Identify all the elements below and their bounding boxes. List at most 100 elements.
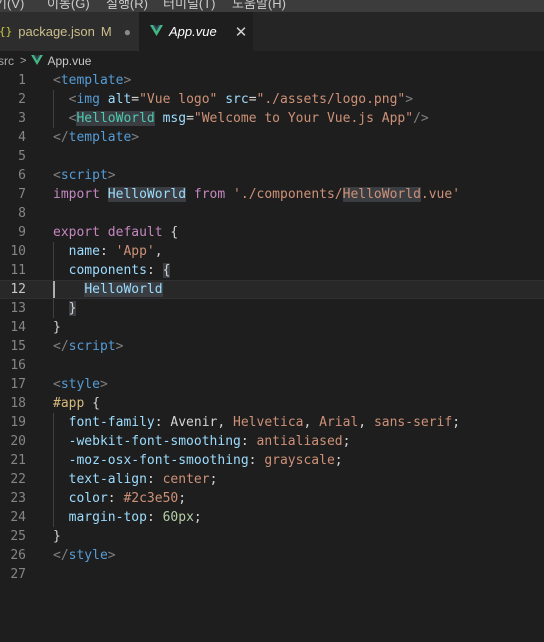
tab-package-json[interactable]: {} package.json M ● [0,12,139,51]
code-text: #app { [53,394,100,413]
code-token: from [193,187,226,202]
code-token: -moz-osx-font-smoothing [68,453,249,468]
code-line[interactable]: 8 [0,204,544,223]
code-token: </ [53,548,69,563]
breadcrumb-file[interactable]: App.vue [47,54,91,68]
code-token: #app [53,396,85,411]
code-line[interactable]: 22 text-align: center; [0,470,544,489]
code-line[interactable]: 25} [0,527,544,546]
code-token: , [154,244,163,259]
code-token: : [240,434,257,449]
code-line[interactable]: 3 <HelloWorld msg="Welcome to Your Vue.j… [0,109,544,128]
menu-item-go[interactable]: 이동(G) [47,0,90,12]
code-token: HelloWorld [342,187,421,202]
code-token: .vue' [420,187,461,202]
code-token: < [53,73,61,88]
code-line[interactable]: 23 color: #2c3e50; [0,489,544,508]
code-line[interactable]: 2 <img alt="Vue logo" src="./assets/logo… [0,90,544,109]
code-editor[interactable]: 1 <template> 2 <img alt="Vue logo" src="./… [0,71,544,642]
code-token: < [53,168,61,183]
line-number: 27 [10,567,26,582]
code-token: : [146,263,163,278]
code-line[interactable]: 20 -webkit-font-smoothing: antialiased; [0,432,544,451]
menu-item-help[interactable]: 도움말(H) [232,0,286,12]
code-token: : [146,510,163,525]
code-token: text-align [68,472,147,487]
code-token: -webkit-font-smoothing [68,434,241,449]
code-line[interactable]: 17 <style> [0,375,544,394]
line-number: 17 [10,377,26,392]
code-token: sans-serif [373,415,453,430]
line-number: 12 [10,282,26,297]
code-line[interactable]: 10 name: 'App', [0,242,544,261]
tab-app-vue[interactable]: App.vue ✕ [139,12,253,51]
code-line[interactable]: 26 </style> [0,546,544,565]
code-token: script [60,168,108,183]
code-line[interactable]: 1 <template> [0,71,544,90]
code-line[interactable]: 19 font-family: Avenir, Helvetica, Arial… [0,413,544,432]
code-token: font-family [68,415,155,430]
line-number: 4 [18,130,26,145]
code-token: Helvetica [233,415,304,430]
code-token: template [60,73,124,88]
code-token: } [68,301,77,316]
breadcrumb: src > App.vue [0,51,544,71]
unsaved-dot-icon: ● [123,24,131,39]
line-number: 10 [10,244,26,259]
code-text: } [53,299,77,318]
line-number: 26 [10,548,26,563]
menu-item-run[interactable]: 실행(R) [106,0,148,12]
code-line[interactable]: 6 <script> [0,166,544,185]
line-number: 9 [18,225,26,240]
code-token: > [99,377,108,392]
code-line[interactable]: 16 [0,356,544,375]
modified-status-badge: M [100,24,112,39]
code-token: : [146,472,163,487]
code-token: components [68,263,147,278]
code-line[interactable]: 18 #app { [0,394,544,413]
code-line[interactable]: 15 </script> [0,337,544,356]
code-line[interactable]: 24 margin-top: 60px; [0,508,544,527]
code-text: HelloWorld [53,281,163,298]
line-number: 21 [10,453,26,468]
code-line[interactable]: 12 HelloWorld [0,280,544,299]
code-token: './components/ [233,187,343,202]
code-token: ; [193,510,202,525]
code-token: , [358,415,374,430]
code-token: : [248,453,265,468]
code-token: src [225,92,249,107]
line-number: 7 [18,187,26,202]
code-token: } [53,320,61,335]
code-token: default [107,225,163,240]
line-number: 22 [10,472,26,487]
code-line[interactable]: 13 } [0,299,544,318]
code-token: : Avenir, [154,415,234,430]
code-line[interactable]: 7 import HelloWorld from './components/He… [0,185,544,204]
code-line[interactable]: 21 -moz-osx-font-smoothing: grayscale; [0,451,544,470]
code-line[interactable]: 9 export default { [0,223,544,242]
code-token: } [53,529,61,544]
code-token: /> [413,111,429,126]
code-line[interactable]: 4 </template> [0,128,544,147]
menu-item-terminal[interactable]: 터미널(T) [163,0,215,12]
close-icon[interactable]: ✕ [235,23,248,41]
code-line[interactable]: 11 components: { [0,261,544,280]
breadcrumb-folder[interactable]: src [0,54,14,68]
code-token: 60px [162,510,194,525]
code-line[interactable]: 5 [0,147,544,166]
code-token: Arial [319,415,359,430]
line-number: 18 [10,396,26,411]
line-number: 19 [10,415,26,430]
code-text: <script> [53,166,116,185]
code-token: = [248,92,257,107]
code-line[interactable]: 14} [0,318,544,337]
code-line[interactable]: 27 [0,565,544,584]
menu-item-view[interactable]: 기(V) [0,0,24,12]
